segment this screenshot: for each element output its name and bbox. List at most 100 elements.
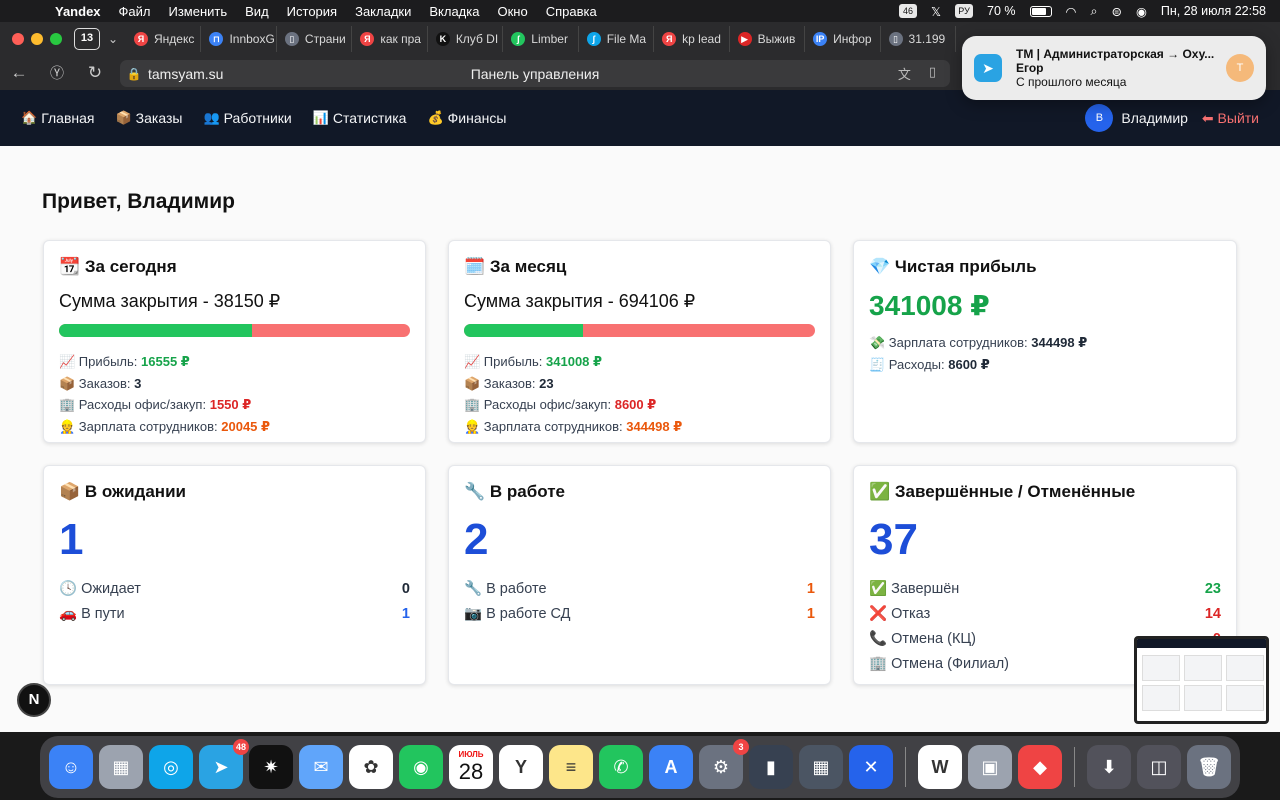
- preview-icon[interactable]: ▣: [968, 745, 1012, 789]
- browser-tab[interactable]: ▯ 31.199: [881, 26, 956, 52]
- photos-icon[interactable]: ✿: [349, 745, 393, 789]
- nextjs-dev-button[interactable]: N: [17, 683, 51, 717]
- notification-message: С прошлого месяца: [1016, 75, 1127, 89]
- browser-tab[interactable]: Я Яндекс: [126, 26, 202, 52]
- salary-value: 344498 ₽: [626, 418, 683, 434]
- close-window-button[interactable]: [12, 33, 24, 45]
- stat-label: 🧾 Расходы:: [869, 356, 945, 372]
- reload-icon[interactable]: ↻: [76, 63, 114, 83]
- iphone-mirroring-icon[interactable]: ▮: [749, 745, 793, 789]
- x-icon[interactable]: 𝕏: [931, 4, 941, 19]
- lock-icon[interactable]: 🔒: [120, 67, 148, 81]
- telegram-notification[interactable]: ➤ TM | Администраторская → Оху... Егор С…: [962, 36, 1266, 100]
- minimize-window-button[interactable]: [31, 33, 43, 45]
- input-language[interactable]: РУ: [955, 4, 974, 18]
- screenshot-thumbnail[interactable]: [1134, 636, 1269, 724]
- downloads-icon[interactable]: ⬇: [1087, 745, 1131, 789]
- nav-link-workers[interactable]: 👥 Работники: [203, 110, 291, 126]
- stats-list: 📈 Прибыль: 16555 ₽ 📦 Заказов: 3 🏢 Расход…: [59, 351, 410, 437]
- dashboard-content: Привет, Владимир 📆 За сегодня Сумма закр…: [0, 146, 1280, 732]
- nav-link-label: Работники: [223, 110, 292, 126]
- word-icon[interactable]: W: [918, 745, 962, 789]
- browser-tab[interactable]: ʃ Limber: [503, 26, 579, 52]
- status-label: ❌ Отказ: [869, 606, 931, 622]
- menu-item-bookmarks[interactable]: Закладки: [346, 4, 420, 19]
- menu-app-name[interactable]: Yandex: [46, 4, 110, 19]
- calculator-icon[interactable]: ▦: [799, 745, 843, 789]
- translate-icon[interactable]: 文: [898, 64, 911, 83]
- thumbnail-card: [1226, 655, 1264, 681]
- progress-fill: [59, 324, 253, 337]
- logout-link[interactable]: ⬅ Выйти: [1202, 110, 1259, 127]
- mail-icon[interactable]: ✉: [299, 745, 343, 789]
- browser-tab[interactable]: ʃ File Ma: [579, 26, 655, 52]
- trash-icon[interactable]: 🗑: [1187, 745, 1231, 789]
- calendar-icon[interactable]: ИЮЛЬ 28: [449, 745, 493, 789]
- dock-glyph: ▦: [112, 756, 130, 777]
- browser-tab[interactable]: ▶ Выжив: [730, 26, 806, 52]
- notification-text: TM | Администраторская → Оху... Егор С п…: [1016, 47, 1226, 89]
- control-center-icon[interactable]: ⊜: [1111, 4, 1121, 19]
- telegram-icon[interactable]: ➤ 48: [199, 739, 249, 789]
- in-work-count: 2: [464, 515, 489, 564]
- tab-label: Инфор: [833, 32, 872, 46]
- anydesk-icon[interactable]: ◆: [1018, 745, 1062, 789]
- search-icon[interactable]: ⌕: [1090, 4, 1097, 19]
- appstore-icon[interactable]: A: [649, 745, 693, 789]
- chevron-down-icon[interactable]: ⌄: [100, 32, 126, 46]
- browser-tab[interactable]: IP Инфор: [805, 26, 881, 52]
- salary-value: 344498 ₽: [1031, 335, 1088, 350]
- avatar[interactable]: В: [1085, 104, 1114, 132]
- menu-item-file[interactable]: Файл: [110, 4, 160, 19]
- battery-icon[interactable]: [1029, 5, 1052, 17]
- safari-icon[interactable]: ◎: [149, 745, 193, 789]
- dock-badge: 3: [733, 739, 749, 755]
- nav-link-home[interactable]: 🏠 Главная: [21, 110, 94, 126]
- closing-sum: Сумма закрытия - 694106 ₽: [464, 291, 696, 311]
- whatsapp-icon[interactable]: ✆: [599, 745, 643, 789]
- siri-icon[interactable]: ◉: [1136, 4, 1147, 19]
- notification-count-icon[interactable]: 46: [898, 4, 917, 18]
- stat-label: 💸 Зарплата сотрудников:: [869, 335, 1028, 350]
- nav-link-orders[interactable]: 📦 Заказы: [115, 110, 182, 126]
- browser-tab[interactable]: Якак пра: [352, 26, 428, 52]
- notes-icon[interactable]: ≡: [549, 745, 593, 789]
- tab-label: как пра: [380, 32, 421, 46]
- menu-item-tab[interactable]: Вкладка: [420, 4, 488, 19]
- browser-tab[interactable]: Яkp lead: [654, 26, 730, 52]
- screenshot-icon[interactable]: ◫: [1137, 745, 1181, 789]
- url-text[interactable]: tamsyam.su: [148, 66, 223, 82]
- tab-label: Яндекс: [154, 32, 195, 46]
- clock[interactable]: Пн, 28 июля 22:58: [1161, 4, 1266, 18]
- address-bar[interactable]: 🔒 tamsyam.su Панель управления 文 ▯: [120, 60, 950, 87]
- launchpad-icon[interactable]: ▦: [99, 745, 143, 789]
- notification-sender: Егор: [1016, 61, 1044, 75]
- card-title: 🔧 В работе: [464, 482, 565, 501]
- browser-tab[interactable]: ⊓ InnboxG: [201, 26, 277, 52]
- zoom-window-button[interactable]: [50, 33, 62, 45]
- menu-item-edit[interactable]: Изменить: [160, 4, 237, 19]
- nav-link-finance[interactable]: 💰 Финансы: [427, 110, 506, 126]
- browser-tab[interactable]: ▯ Страни: [277, 26, 353, 52]
- stat-label: 🏢 Расходы офис/закуп:: [464, 397, 612, 412]
- wifi-icon[interactable]: ◠: [1066, 4, 1077, 19]
- profit-value: 16555 ₽: [141, 354, 190, 369]
- settings-icon[interactable]: ⚙ 3: [699, 739, 749, 789]
- yandex-browser-icon[interactable]: Y: [499, 745, 543, 789]
- user-name[interactable]: Владимир: [1121, 110, 1188, 126]
- menu-item-history[interactable]: История: [278, 4, 346, 19]
- bookmark-icon[interactable]: ▯: [929, 64, 936, 83]
- yandex-home-icon[interactable]: Ⓨ: [38, 63, 76, 83]
- xcode-icon[interactable]: ✕: [849, 745, 893, 789]
- menu-item-window[interactable]: Окно: [488, 4, 536, 19]
- findmy-icon[interactable]: ◉: [399, 745, 443, 789]
- finder-icon[interactable]: ☺: [49, 745, 93, 789]
- menu-item-help[interactable]: Справка: [537, 4, 606, 19]
- spark-icon[interactable]: ✷: [249, 745, 293, 789]
- browser-tab[interactable]: K Клуб DI: [428, 26, 504, 52]
- tab-count-button[interactable]: 13: [74, 28, 100, 50]
- nav-link-statistics[interactable]: 📊 Статистика: [313, 110, 407, 126]
- menu-item-view[interactable]: Вид: [236, 4, 278, 19]
- thumbnail-card: [1142, 655, 1180, 681]
- back-arrow-icon[interactable]: ←: [0, 63, 38, 83]
